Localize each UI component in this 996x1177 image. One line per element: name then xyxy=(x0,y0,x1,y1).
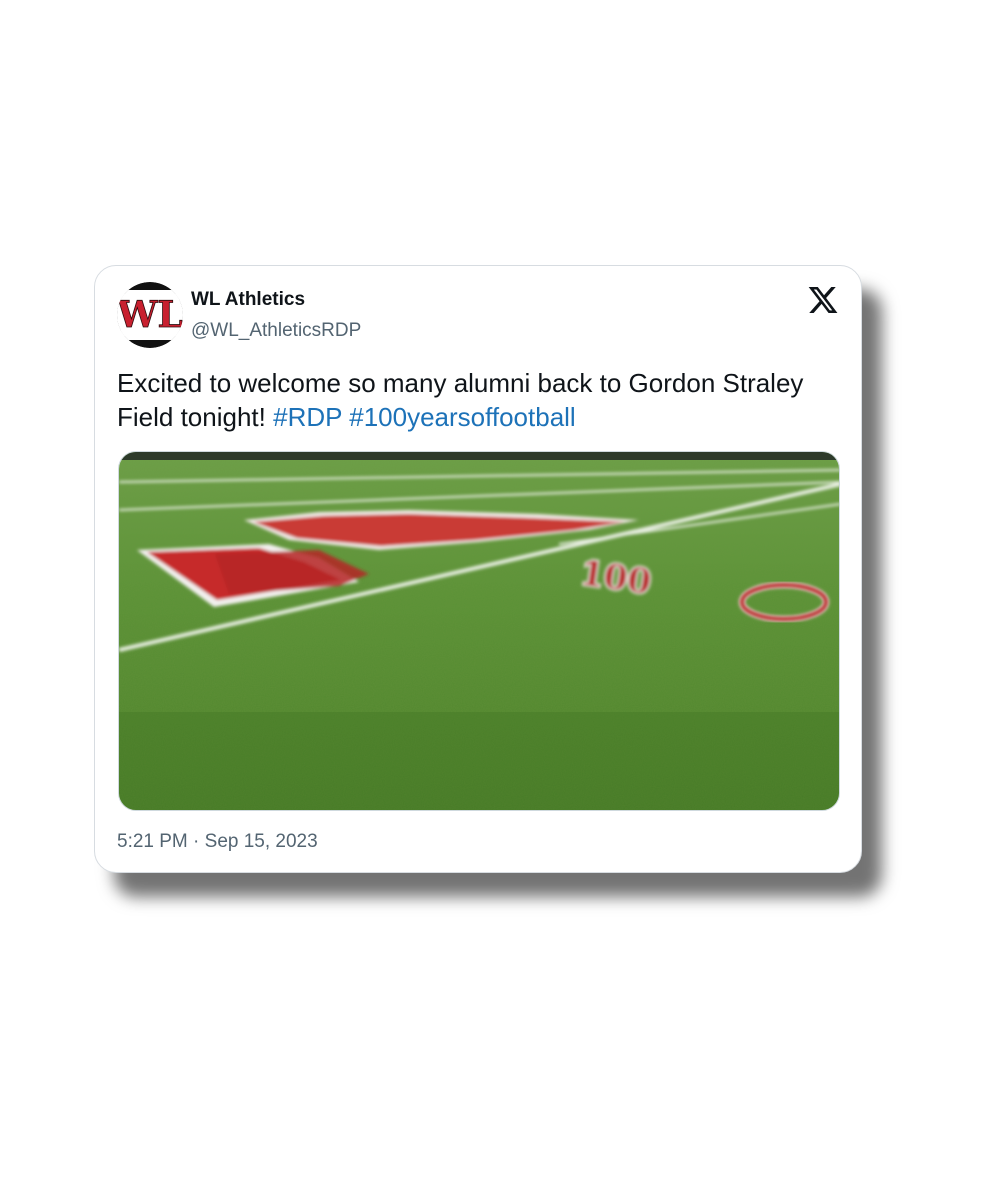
tweet-text: Excited to welcome so many alumni back t… xyxy=(117,366,827,434)
hashtag-link[interactable]: #100yearsoffootball xyxy=(349,402,575,432)
hashtag-link[interactable]: #RDP xyxy=(273,402,342,432)
display-name[interactable]: WL Athletics xyxy=(191,289,305,311)
tweet-timestamp[interactable]: 5:21 PM · Sep 15, 2023 xyxy=(117,831,318,853)
tweet-media-photo[interactable]: 100 xyxy=(118,451,840,811)
wl-logo-icon: WL xyxy=(117,282,183,348)
avatar[interactable]: WL xyxy=(117,282,183,348)
football-field-photo: 100 xyxy=(119,452,839,810)
tweet-card[interactable]: WL WL Athletics @WL_AthleticsRDP Excited… xyxy=(94,265,862,873)
avatar-letters: WL xyxy=(117,294,183,336)
x-logo-icon[interactable] xyxy=(807,284,839,316)
user-handle[interactable]: @WL_AthleticsRDP xyxy=(191,320,361,342)
